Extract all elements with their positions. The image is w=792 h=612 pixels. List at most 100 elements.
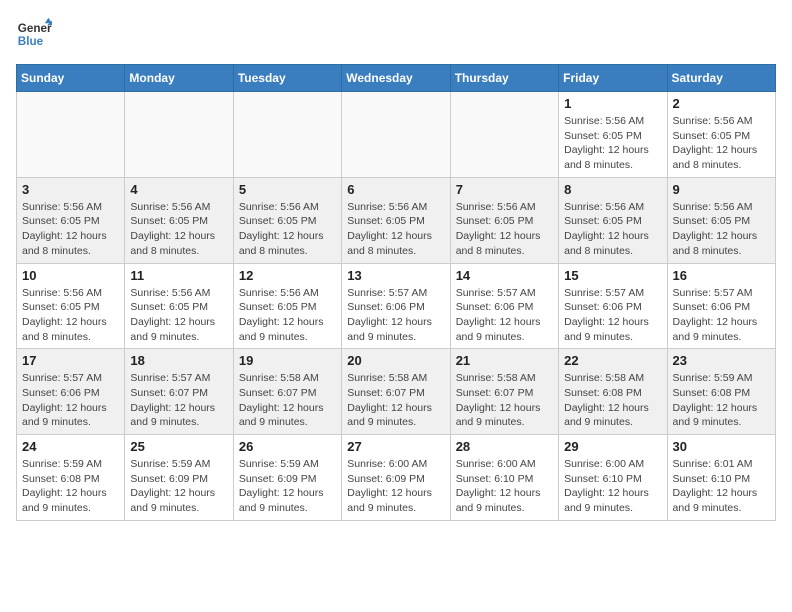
calendar-day-cell xyxy=(125,92,233,178)
day-number: 11 xyxy=(130,268,227,283)
calendar-week-row: 10 Sunrise: 5:56 AM Sunset: 6:05 PM Dayli… xyxy=(17,263,776,349)
calendar-day-cell xyxy=(233,92,341,178)
day-number: 16 xyxy=(673,268,770,283)
calendar-day-cell: 3 Sunrise: 5:56 AM Sunset: 6:05 PM Daylig… xyxy=(17,177,125,263)
calendar-day-cell xyxy=(342,92,450,178)
day-info: Sunrise: 5:57 AM Sunset: 6:06 PM Dayligh… xyxy=(456,286,553,345)
day-info: Sunrise: 5:56 AM Sunset: 6:05 PM Dayligh… xyxy=(564,114,661,173)
day-number: 3 xyxy=(22,182,119,197)
day-info: Sunrise: 5:58 AM Sunset: 6:07 PM Dayligh… xyxy=(456,371,553,430)
day-number: 5 xyxy=(239,182,336,197)
day-info: Sunrise: 5:56 AM Sunset: 6:05 PM Dayligh… xyxy=(673,114,770,173)
calendar-week-row: 1 Sunrise: 5:56 AM Sunset: 6:05 PM Daylig… xyxy=(17,92,776,178)
day-info: Sunrise: 5:56 AM Sunset: 6:05 PM Dayligh… xyxy=(673,200,770,259)
day-info: Sunrise: 5:56 AM Sunset: 6:05 PM Dayligh… xyxy=(22,200,119,259)
day-of-week-header: Friday xyxy=(559,65,667,92)
day-number: 7 xyxy=(456,182,553,197)
day-of-week-header: Saturday xyxy=(667,65,775,92)
day-info: Sunrise: 5:56 AM Sunset: 6:05 PM Dayligh… xyxy=(564,200,661,259)
calendar-day-cell: 22 Sunrise: 5:58 AM Sunset: 6:08 PM Dayli… xyxy=(559,349,667,435)
day-info: Sunrise: 5:58 AM Sunset: 6:08 PM Dayligh… xyxy=(564,371,661,430)
calendar-day-cell: 20 Sunrise: 5:58 AM Sunset: 6:07 PM Dayli… xyxy=(342,349,450,435)
calendar-week-row: 17 Sunrise: 5:57 AM Sunset: 6:06 PM Dayli… xyxy=(17,349,776,435)
calendar-day-cell xyxy=(450,92,558,178)
calendar-day-cell: 27 Sunrise: 6:00 AM Sunset: 6:09 PM Dayli… xyxy=(342,435,450,521)
day-info: Sunrise: 5:57 AM Sunset: 6:07 PM Dayligh… xyxy=(130,371,227,430)
calendar-header-row: SundayMondayTuesdayWednesdayThursdayFrid… xyxy=(17,65,776,92)
svg-text:Blue: Blue xyxy=(18,35,44,48)
day-info: Sunrise: 6:01 AM Sunset: 6:10 PM Dayligh… xyxy=(673,457,770,516)
day-info: Sunrise: 5:56 AM Sunset: 6:05 PM Dayligh… xyxy=(130,286,227,345)
day-number: 8 xyxy=(564,182,661,197)
calendar-day-cell: 14Sunrise: 5:57 AM Sunset: 6:06 PM Dayli… xyxy=(450,263,558,349)
day-info: Sunrise: 5:59 AM Sunset: 6:09 PM Dayligh… xyxy=(130,457,227,516)
day-number: 25 xyxy=(130,439,227,454)
calendar-day-cell: 11 Sunrise: 5:56 AM Sunset: 6:05 PM Dayli… xyxy=(125,263,233,349)
calendar-day-cell: 9 Sunrise: 5:56 AM Sunset: 6:05 PM Daylig… xyxy=(667,177,775,263)
calendar-day-cell: 29 Sunrise: 6:00 AM Sunset: 6:10 PM Dayli… xyxy=(559,435,667,521)
day-info: Sunrise: 5:57 AM Sunset: 6:06 PM Dayligh… xyxy=(564,286,661,345)
calendar-week-row: 24Sunrise: 5:59 AM Sunset: 6:08 PM Dayli… xyxy=(17,435,776,521)
day-number: 30 xyxy=(673,439,770,454)
day-number: 17 xyxy=(22,353,119,368)
day-number: 20 xyxy=(347,353,444,368)
day-number: 19 xyxy=(239,353,336,368)
day-info: Sunrise: 5:57 AM Sunset: 6:06 PM Dayligh… xyxy=(347,286,444,345)
calendar-day-cell: 21 Sunrise: 5:58 AM Sunset: 6:07 PM Dayli… xyxy=(450,349,558,435)
day-info: Sunrise: 5:58 AM Sunset: 6:07 PM Dayligh… xyxy=(239,371,336,430)
day-number: 18 xyxy=(130,353,227,368)
day-number: 15 xyxy=(564,268,661,283)
day-number: 21 xyxy=(456,353,553,368)
logo-icon: General Blue xyxy=(16,16,52,52)
day-number: 2 xyxy=(673,96,770,111)
day-number: 1 xyxy=(564,96,661,111)
calendar-day-cell: 26Sunrise: 5:59 AM Sunset: 6:09 PM Dayli… xyxy=(233,435,341,521)
day-info: Sunrise: 5:56 AM Sunset: 6:05 PM Dayligh… xyxy=(130,200,227,259)
day-info: Sunrise: 5:56 AM Sunset: 6:05 PM Dayligh… xyxy=(347,200,444,259)
calendar-day-cell: 17 Sunrise: 5:57 AM Sunset: 6:06 PM Dayli… xyxy=(17,349,125,435)
calendar-day-cell: 6 Sunrise: 5:56 AM Sunset: 6:05 PM Daylig… xyxy=(342,177,450,263)
calendar-table: SundayMondayTuesdayWednesdayThursdayFrid… xyxy=(16,64,776,521)
day-info: Sunrise: 5:59 AM Sunset: 6:08 PM Dayligh… xyxy=(673,371,770,430)
day-number: 22 xyxy=(564,353,661,368)
day-number: 28 xyxy=(456,439,553,454)
calendar-day-cell: 10Sunrise: 5:56 AM Sunset: 6:05 PM Dayli… xyxy=(17,263,125,349)
day-of-week-header: Thursday xyxy=(450,65,558,92)
day-info: Sunrise: 6:00 AM Sunset: 6:10 PM Dayligh… xyxy=(456,457,553,516)
page-header: General Blue xyxy=(16,16,776,52)
day-of-week-header: Sunday xyxy=(17,65,125,92)
calendar-week-row: 3 Sunrise: 5:56 AM Sunset: 6:05 PM Daylig… xyxy=(17,177,776,263)
day-info: Sunrise: 5:57 AM Sunset: 6:06 PM Dayligh… xyxy=(673,286,770,345)
day-of-week-header: Monday xyxy=(125,65,233,92)
day-info: Sunrise: 5:57 AM Sunset: 6:06 PM Dayligh… xyxy=(22,371,119,430)
day-number: 27 xyxy=(347,439,444,454)
calendar-day-cell: 13 Sunrise: 5:57 AM Sunset: 6:06 PM Dayli… xyxy=(342,263,450,349)
calendar-day-cell: 4Sunrise: 5:56 AM Sunset: 6:05 PM Daylig… xyxy=(125,177,233,263)
calendar-day-cell: 2 Sunrise: 5:56 AM Sunset: 6:05 PM Daylig… xyxy=(667,92,775,178)
calendar-day-cell: 19 Sunrise: 5:58 AM Sunset: 6:07 PM Dayli… xyxy=(233,349,341,435)
calendar-day-cell: 8 Sunrise: 5:56 AM Sunset: 6:05 PM Daylig… xyxy=(559,177,667,263)
day-info: Sunrise: 5:56 AM Sunset: 6:05 PM Dayligh… xyxy=(456,200,553,259)
day-info: Sunrise: 5:56 AM Sunset: 6:05 PM Dayligh… xyxy=(239,200,336,259)
calendar-day-cell: 23 Sunrise: 5:59 AM Sunset: 6:08 PM Dayli… xyxy=(667,349,775,435)
day-number: 13 xyxy=(347,268,444,283)
day-number: 26 xyxy=(239,439,336,454)
day-number: 6 xyxy=(347,182,444,197)
day-of-week-header: Wednesday xyxy=(342,65,450,92)
day-info: Sunrise: 5:58 AM Sunset: 6:07 PM Dayligh… xyxy=(347,371,444,430)
day-info: Sunrise: 6:00 AM Sunset: 6:10 PM Dayligh… xyxy=(564,457,661,516)
day-number: 10 xyxy=(22,268,119,283)
day-number: 9 xyxy=(673,182,770,197)
day-info: Sunrise: 6:00 AM Sunset: 6:09 PM Dayligh… xyxy=(347,457,444,516)
day-number: 23 xyxy=(673,353,770,368)
calendar-day-cell: 15 Sunrise: 5:57 AM Sunset: 6:06 PM Dayli… xyxy=(559,263,667,349)
day-number: 29 xyxy=(564,439,661,454)
calendar-day-cell: 5 Sunrise: 5:56 AM Sunset: 6:05 PM Daylig… xyxy=(233,177,341,263)
day-info: Sunrise: 5:59 AM Sunset: 6:08 PM Dayligh… xyxy=(22,457,119,516)
calendar-day-cell: 12 Sunrise: 5:56 AM Sunset: 6:05 PM Dayli… xyxy=(233,263,341,349)
day-info: Sunrise: 5:56 AM Sunset: 6:05 PM Dayligh… xyxy=(239,286,336,345)
calendar-day-cell: 30 Sunrise: 6:01 AM Sunset: 6:10 PM Dayli… xyxy=(667,435,775,521)
svg-text:General: General xyxy=(18,22,52,35)
calendar-day-cell: 7 Sunrise: 5:56 AM Sunset: 6:05 PM Daylig… xyxy=(450,177,558,263)
day-number: 12 xyxy=(239,268,336,283)
